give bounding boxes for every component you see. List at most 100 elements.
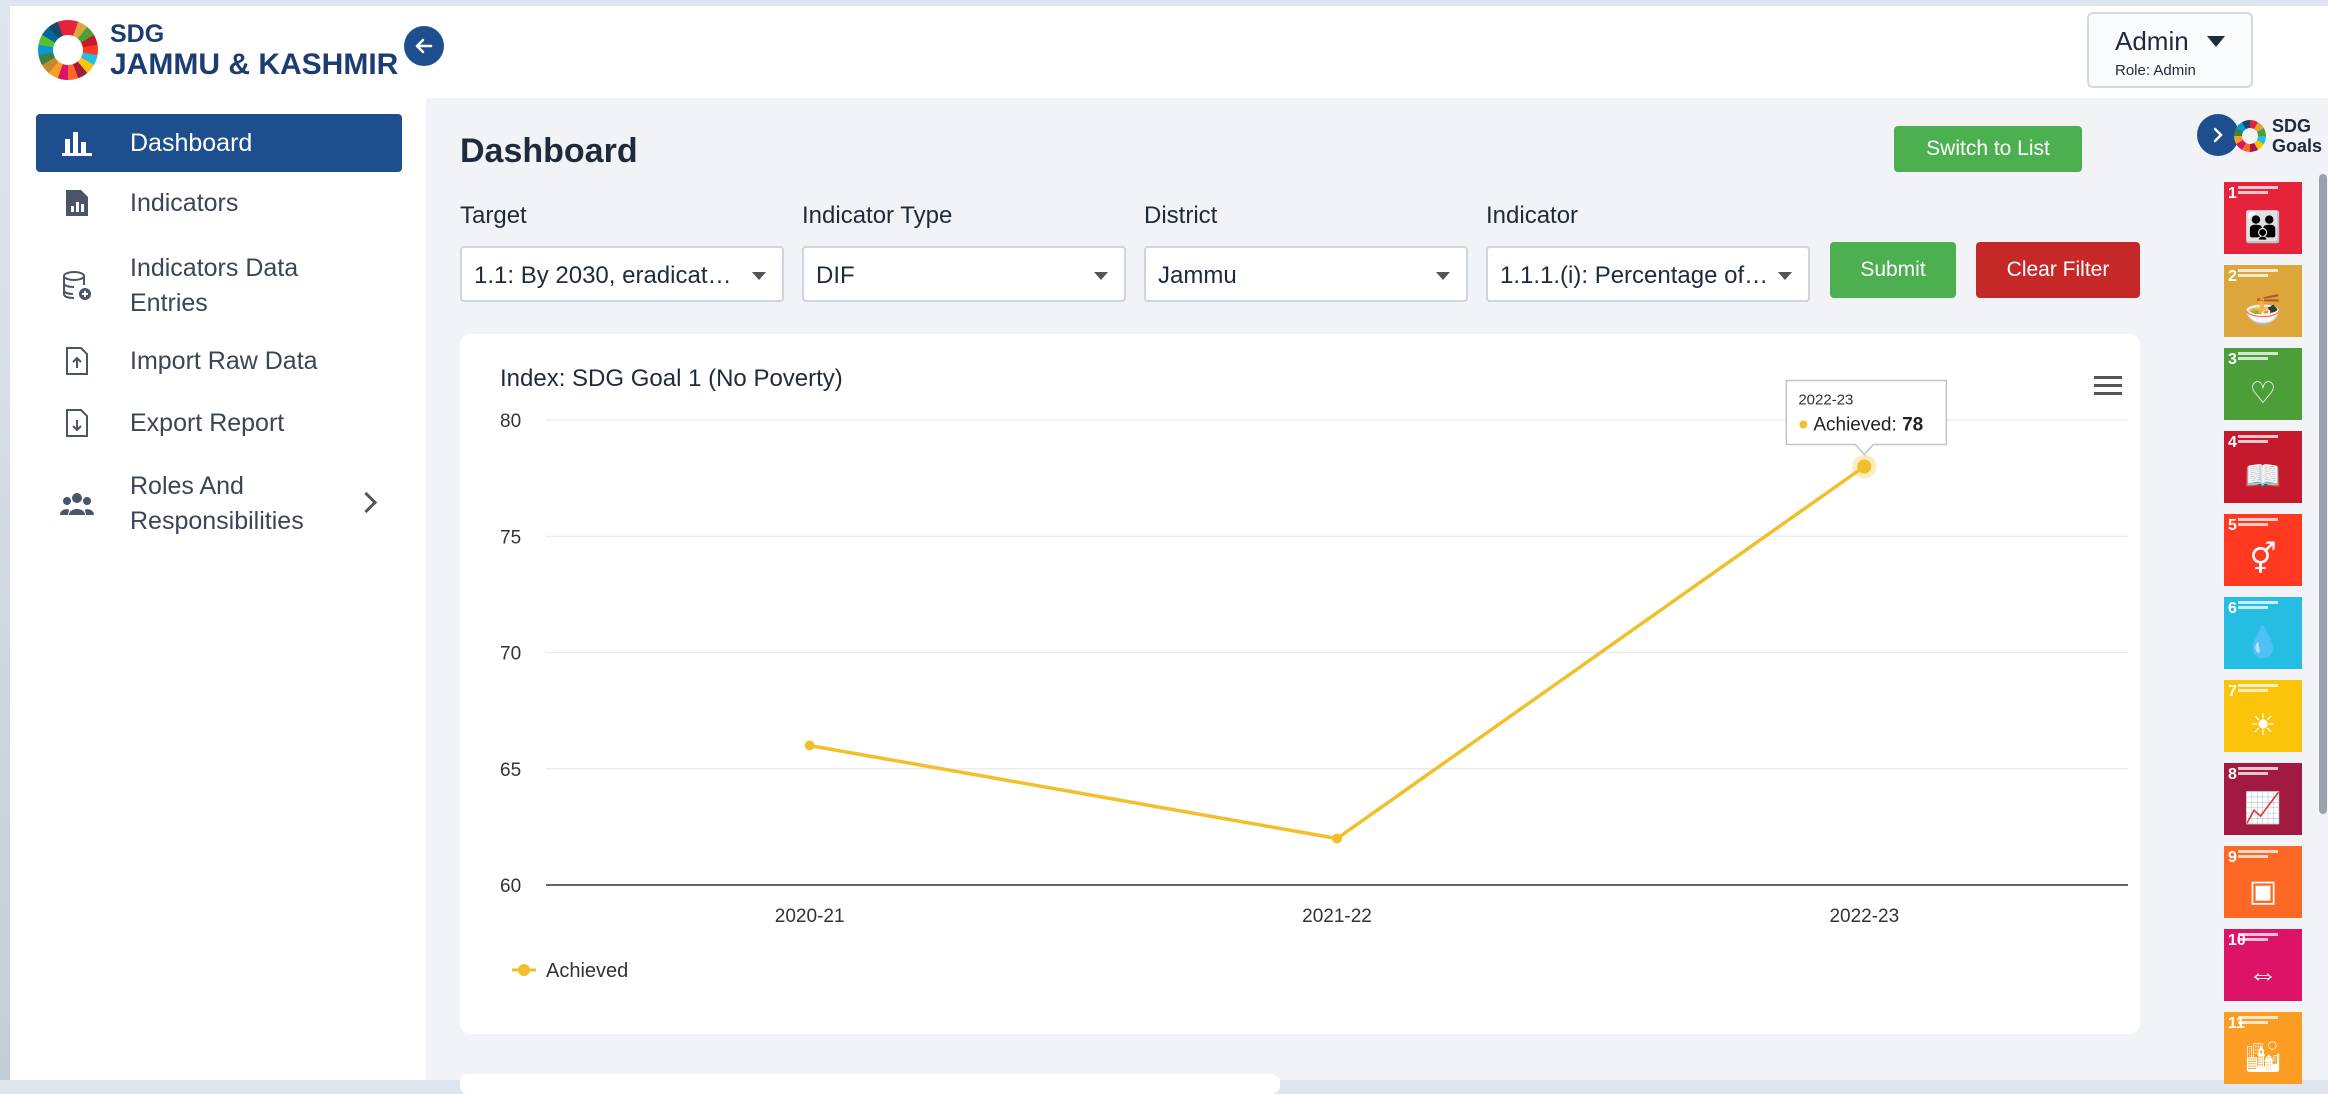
sidebar-item-indicators[interactable]: Indicators xyxy=(36,174,402,232)
rail-title-line2: Goals xyxy=(2272,136,2323,156)
user-menu[interactable]: Admin Role: Admin xyxy=(2087,12,2253,88)
sdg-goal-caption xyxy=(2238,933,2278,936)
sdg-goal-caption xyxy=(2238,269,2278,272)
sdg-goal-caption xyxy=(2238,357,2268,360)
gender-icon: ⚥ xyxy=(2249,543,2277,576)
file-upload-icon xyxy=(60,344,94,378)
chart-title: Index: SDG Goal 1 (No Poverty) xyxy=(500,365,843,392)
sdg-goal-tile-8[interactable]: 8 📈 xyxy=(2224,763,2302,835)
rail-title: SDG Goals xyxy=(2272,116,2322,156)
indicator-select-value: 1.1.1.(i): Percentage of population livi… xyxy=(1500,262,1770,289)
sidebar-item-label: Dashboard xyxy=(130,128,253,157)
main-content: Dashboard Switch to List Target Indicato… xyxy=(426,98,2194,1094)
chart-menu-icon[interactable] xyxy=(2094,376,2122,395)
file-download-icon xyxy=(60,406,94,440)
legend-marker xyxy=(518,964,530,976)
sdg-goal-tile-3[interactable]: 3 ♡ xyxy=(2224,348,2302,420)
sidebar-item-import-raw-data[interactable]: Import Raw Data xyxy=(36,332,402,390)
city-icon: 🏙 xyxy=(2243,1041,2283,1074)
sdg-goal-tile-1[interactable]: 1 👪 xyxy=(2224,182,2302,254)
page-title: Dashboard xyxy=(460,132,638,170)
users-icon xyxy=(60,487,94,521)
district-select-value: Jammu xyxy=(1158,262,1237,289)
district-select[interactable]: Jammu xyxy=(1144,246,1468,302)
y-tick-label: 75 xyxy=(500,527,521,548)
sdg-goal-tile-11[interactable]: 11 🏙 xyxy=(2224,1012,2302,1084)
submit-button[interactable]: Submit xyxy=(1830,242,1956,298)
sidebar-item-roles-and-responsibilities[interactable]: Roles And Responsibilities xyxy=(36,466,402,542)
x-tick-label: 2022-23 xyxy=(1829,906,1899,927)
sidebar: Dashboard Indicators Indicators Data Ent… xyxy=(10,98,426,1080)
caret-down-icon xyxy=(1094,272,1108,280)
data-point[interactable] xyxy=(1332,833,1342,844)
sdg-goal-caption xyxy=(2238,186,2278,189)
growth-chart-icon: 📈 xyxy=(2244,792,2282,825)
sdg-goal-number: 1 xyxy=(2228,185,2237,202)
sdg-goal-tile-7[interactable]: 7 ☀ xyxy=(2224,680,2302,752)
user-name: Admin xyxy=(2115,26,2189,56)
sdg-goal-tile-6[interactable]: 6 💧 xyxy=(2224,597,2302,669)
x-tick-label: 2020-21 xyxy=(775,906,845,927)
sidebar-item-export-report[interactable]: Export Report xyxy=(36,394,402,452)
bar-chart-icon xyxy=(60,126,94,160)
chevron-right-icon xyxy=(2213,127,2223,143)
sdg-goal-caption xyxy=(2238,684,2278,687)
sdg-goal-number: 3 xyxy=(2228,351,2237,368)
equality-icon: ⇔ xyxy=(2248,958,2278,991)
tooltip-value: Achieved: 78 xyxy=(1813,415,1923,436)
sidebar-item-dashboard[interactable]: Dashboard xyxy=(36,114,402,172)
brand-line2: JAMMU & KASHMIR xyxy=(110,48,399,81)
sdg-goal-caption xyxy=(2238,518,2278,521)
sdg-goal-number: 7 xyxy=(2228,683,2237,700)
target-select-value: 1.1: By 2030, eradicate extreme poverty … xyxy=(474,262,744,289)
sdg-goal-caption xyxy=(2238,523,2268,526)
sidebar-item-label: Import Raw Data xyxy=(130,346,318,375)
caret-down-icon xyxy=(2207,36,2225,47)
sdg-goal-caption xyxy=(2238,1016,2278,1019)
rail-title-line1: SDG xyxy=(2272,116,2312,136)
user-role: Role: Admin xyxy=(2115,62,2196,79)
y-tick-label: 60 xyxy=(500,876,521,897)
sidebar-item-indicators-data-entries[interactable]: Indicators Data Entries xyxy=(36,248,402,324)
chevron-right-icon xyxy=(355,491,378,514)
indicator-type-select-value: DIF xyxy=(816,262,855,289)
brand-line1: SDG xyxy=(110,20,165,48)
district-label: District xyxy=(1144,202,1218,229)
indicator-type-select[interactable]: DIF xyxy=(802,246,1126,302)
sdg-goal-caption xyxy=(2238,435,2278,438)
sdg-goal-caption xyxy=(2238,850,2278,853)
heartbeat-icon: ♡ xyxy=(2249,377,2277,410)
switch-to-list-button[interactable]: Switch to List xyxy=(1894,126,2082,172)
sdg-goal-tile-10[interactable]: 10 ⇔ xyxy=(2224,929,2302,1001)
sdg-goal-number: 2 xyxy=(2228,268,2237,285)
legend-label[interactable]: Achieved xyxy=(546,960,628,982)
sdg-wheel-small-logo xyxy=(2234,120,2266,152)
document-chart-icon xyxy=(60,186,94,220)
rail-expand-button[interactable] xyxy=(2197,114,2239,156)
rail-scrollbar[interactable] xyxy=(2319,174,2327,814)
sdg-goal-caption xyxy=(2238,601,2278,604)
tooltip-marker xyxy=(1799,420,1808,429)
arrow-left-icon xyxy=(415,38,433,54)
target-select[interactable]: 1.1: By 2030, eradicate extreme poverty … xyxy=(460,246,784,302)
sdg-goal-tile-2[interactable]: 2 🍜 xyxy=(2224,265,2302,337)
book-icon: 📖 xyxy=(2244,460,2282,493)
caret-down-icon xyxy=(1778,272,1792,280)
sdg-goal-caption xyxy=(2238,191,2268,194)
sidebar-item-label: Roles And Responsibilities xyxy=(130,472,304,535)
sdg-goal-tile-4[interactable]: 4 📖 xyxy=(2224,431,2302,503)
sdg-goal-number: 5 xyxy=(2228,517,2237,534)
sidebar-item-label: Indicators xyxy=(130,188,239,217)
sdg-goal-tile-5[interactable]: 5 ⚥ xyxy=(2224,514,2302,586)
clear-filter-button[interactable]: Clear Filter xyxy=(1976,242,2140,298)
sidebar-collapse-button[interactable] xyxy=(404,26,444,66)
data-point[interactable] xyxy=(1857,459,1872,474)
data-point[interactable] xyxy=(804,740,815,751)
sdg-goal-caption xyxy=(2238,938,2268,941)
sidebar-item-label: Export Report xyxy=(130,408,285,437)
top-header: SDG JAMMU & KASHMIR Admin Role: Admin xyxy=(10,6,2328,98)
sdg-goal-tile-9[interactable]: 9 ▣ xyxy=(2224,846,2302,918)
y-tick-label: 70 xyxy=(500,644,521,665)
line-chart: Index: SDG Goal 1 (No Poverty) 60 65 70 75 8… xyxy=(500,365,2128,982)
indicator-select[interactable]: 1.1.1.(i): Percentage of population livi… xyxy=(1486,246,1810,302)
